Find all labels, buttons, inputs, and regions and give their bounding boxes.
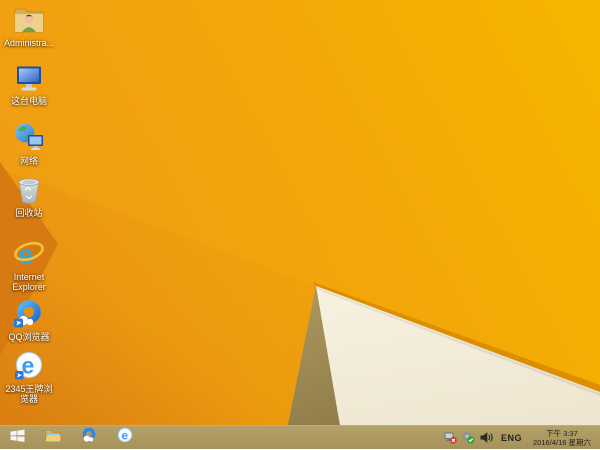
desktop-icon-recycle-bin[interactable]: 回收站	[0, 174, 58, 218]
icon-label-line2: 览器	[19, 394, 38, 404]
icon-label-line1: Internet	[13, 272, 45, 282]
windows-logo-icon	[10, 428, 25, 448]
icon-label: 这台电脑	[10, 96, 47, 106]
desktop-area[interactable]: Administra... 这台电脑 网络 回收站 e Internet Exp…	[0, 0, 600, 425]
qq-browser-icon	[81, 427, 97, 448]
internet-explorer-icon: e	[13, 238, 45, 270]
clock-time: 下午 3:37	[546, 428, 578, 438]
file-explorer-icon	[45, 428, 61, 447]
svg-text:e: e	[121, 428, 128, 442]
qq-browser-icon	[13, 298, 45, 330]
taskbar-file-explorer-button[interactable]	[39, 426, 67, 450]
taskbar: e ENG 下午 3:37 2016/4/16 星期六	[0, 425, 600, 449]
user-folder-icon	[13, 4, 45, 36]
clock-date: 2016/4/16 星期六	[533, 437, 591, 447]
language-indicator[interactable]: ENG	[495, 433, 528, 443]
desktop-icon-network[interactable]: 网络	[0, 122, 58, 166]
icon-label: 网络	[19, 156, 38, 166]
network-icon	[13, 122, 45, 154]
desktop-icon-qq-browser[interactable]: QQ浏览器	[0, 298, 58, 342]
desktop-icon-internet-explorer[interactable]: e Internet Explorer	[0, 238, 58, 292]
desktop-icon-2345-browser[interactable]: e 2345王牌浏 览器	[0, 350, 58, 404]
icon-label-line2: Explorer	[12, 282, 46, 292]
start-button[interactable]	[3, 426, 31, 450]
volume-icon[interactable]	[479, 431, 493, 445]
icon-label: Administra...	[3, 38, 54, 48]
icon-label: 回收站	[15, 208, 43, 218]
icon-label: QQ浏览器	[8, 332, 50, 342]
icon-label-line1: 2345王牌浏	[5, 384, 53, 394]
taskbar-clock[interactable]: 下午 3:37 2016/4/16 星期六	[528, 429, 596, 447]
2345-browser-icon: e	[13, 350, 45, 382]
desktop-icon-administrator-folder[interactable]: Administra...	[0, 4, 58, 48]
system-tray: ENG 下午 3:37 2016/4/16 星期六	[441, 426, 600, 450]
this-pc-icon	[13, 62, 45, 94]
security-ok-icon[interactable]	[461, 431, 475, 445]
2345-browser-icon: e	[117, 427, 133, 448]
taskbar-2345-browser-button[interactable]: e	[111, 426, 139, 450]
network-disconnected-icon[interactable]	[443, 431, 457, 445]
desktop-icon-this-pc[interactable]: 这台电脑	[0, 62, 58, 106]
recycle-bin-icon	[13, 174, 45, 206]
taskbar-qq-browser-button[interactable]	[75, 426, 103, 450]
